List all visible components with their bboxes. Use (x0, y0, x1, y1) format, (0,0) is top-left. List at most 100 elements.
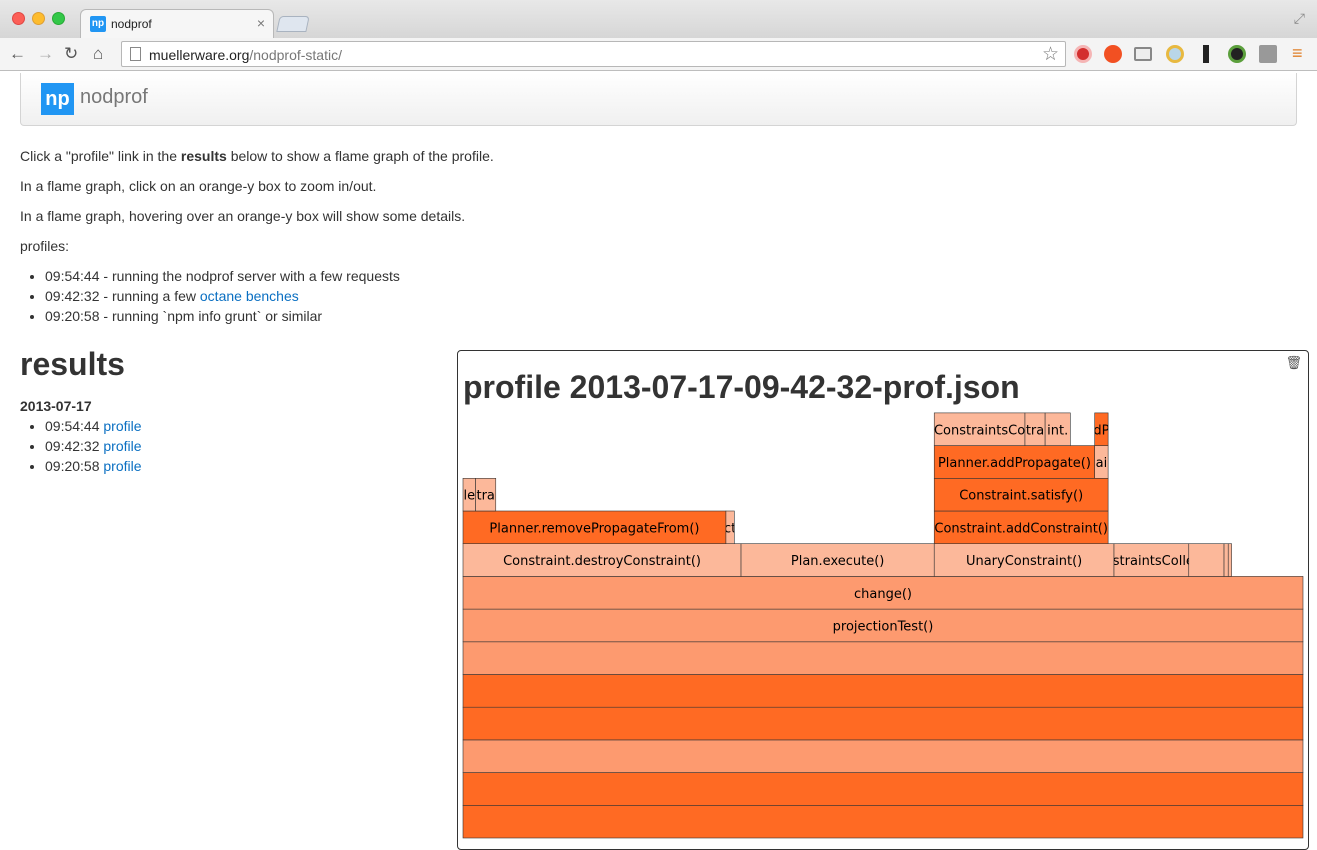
profiles-list: 09:54:44 - running the nodprof server wi… (20, 266, 400, 326)
flame-frame[interactable]: Constraint.addConstraint() (933, 510, 1109, 545)
flame-frame-box[interactable] (462, 674, 1304, 708)
url-text[interactable]: muellerware.org/nodprof-static/ (149, 47, 342, 63)
list-item: 09:42:32 profile (45, 436, 142, 456)
forward-arrow-icon[interactable]: → (37, 44, 54, 64)
flame-frame-box[interactable] (1188, 543, 1225, 577)
back-arrow-icon[interactable]: ← (9, 44, 26, 64)
flame-frame[interactable]: Constraint.destroyConstraint() (462, 543, 742, 577)
list-item: 09:20:58 profile (45, 456, 142, 476)
flame-frame[interactable] (462, 674, 1304, 708)
reload-icon[interactable]: ↻ (64, 44, 78, 64)
flame-frame-box[interactable] (462, 739, 1304, 773)
flame-frame[interactable]: UnaryConstraint() (933, 543, 1115, 577)
flame-frame[interactable] (462, 706, 1304, 741)
tab-close-icon[interactable]: × (257, 15, 265, 31)
extension-icon[interactable] (1166, 45, 1184, 63)
results-list: 09:54:44 profile 09:42:32 profile 09:20:… (20, 416, 142, 476)
brand-name[interactable]: nodprof (80, 86, 148, 109)
octane-benches-link[interactable]: octane benches (200, 288, 299, 304)
flame-frame-label: projectionTest() (833, 619, 934, 634)
flame-frame-box[interactable] (1227, 543, 1232, 577)
flame-graph[interactable]: projectionTest() change() Constraint.destr… (458, 351, 1309, 850)
adblock-extension-icon[interactable] (1074, 45, 1092, 63)
cast-icon[interactable] (1134, 47, 1152, 61)
list-item: 09:54:44 profile (45, 416, 142, 436)
flame-frame-label: dP (1093, 423, 1109, 438)
flame-frame-label: tra (476, 489, 494, 504)
flame-frame-box[interactable] (462, 641, 1304, 675)
list-item: 09:42:32 - running a few octane benches (45, 286, 400, 306)
flame-frame[interactable]: dP (1093, 412, 1109, 446)
flame-frame[interactable]: Constraint.satisfy() (933, 478, 1109, 512)
profile-link[interactable]: profile (103, 418, 141, 434)
profile-title: profile 2013-07-17-09-42-32-prof.json (463, 369, 1020, 405)
flame-frame[interactable]: Planner.removePropagateFrom() (462, 510, 727, 545)
flame-frame-label: Constraint.addConstraint() (934, 521, 1108, 536)
flame-frame-label: Constraint.satisfy() (959, 489, 1083, 504)
browser-titlebar: np nodprof × ⤢ (0, 0, 1317, 38)
flame-frame[interactable]: ConstraintsCo (933, 412, 1026, 446)
flame-frame-box[interactable] (462, 706, 1304, 741)
flame-frame[interactable] (462, 772, 1304, 806)
flame-frame[interactable]: change() (462, 576, 1304, 610)
home-icon[interactable]: ⌂ (93, 44, 103, 64)
flame-frame-label: le (463, 489, 475, 504)
extension-icon[interactable] (1259, 45, 1277, 63)
intro-line-2: In a flame graph, click on an orange-y b… (20, 178, 377, 194)
flame-frame[interactable] (462, 641, 1304, 675)
flame-frame-label: tra (1026, 423, 1044, 438)
extension-icon[interactable] (1203, 45, 1209, 63)
flame-frame[interactable]: ct (724, 510, 736, 545)
flame-frame-label: UnaryConstraint() (966, 554, 1082, 569)
flame-frame[interactable]: le (462, 478, 476, 512)
window-zoom-button[interactable] (52, 12, 65, 25)
window-minimize-button[interactable] (32, 12, 45, 25)
logo[interactable]: np (41, 83, 74, 115)
profile-link[interactable]: profile (103, 438, 141, 454)
profile-link[interactable]: profile (103, 458, 141, 474)
bookmark-star-icon[interactable]: ☆ (1042, 43, 1059, 66)
flame-frame[interactable] (462, 804, 1304, 839)
flame-frame[interactable]: projectionTest() (462, 608, 1304, 643)
browser-tab[interactable]: np nodprof × (80, 9, 274, 38)
flame-frame[interactable]: tra (1024, 412, 1046, 446)
flame-frame-box[interactable] (1223, 543, 1229, 577)
profiles-label: profiles: (20, 238, 70, 254)
flame-frame-label: ConstraintsCo (934, 423, 1025, 438)
app-navbar: np nodprof (20, 73, 1297, 126)
page-icon (130, 47, 141, 61)
fullscreen-icon[interactable]: ⤢ (1294, 10, 1305, 27)
flame-frame[interactable]: Planner.addPropagate() (933, 445, 1095, 479)
results-heading: results (20, 346, 125, 382)
tab-title: nodprof (111, 17, 152, 31)
flame-frame-label: Planner.addPropagate() (938, 456, 1091, 471)
extension-icon[interactable] (1228, 45, 1246, 63)
flame-frame-label: Planner.removePropagateFrom() (489, 521, 699, 536)
profile-panel: 🗑 projectionTest() change() Constraint.des… (457, 350, 1309, 850)
flame-frame[interactable]: tra (475, 478, 497, 512)
favicon-icon: np (90, 16, 106, 32)
flame-frame[interactable]: Plan.execute() (740, 543, 935, 577)
new-tab-button[interactable] (276, 16, 310, 32)
flame-frame[interactable] (462, 739, 1304, 773)
flame-frame-box[interactable] (462, 772, 1304, 806)
address-bar[interactable]: muellerware.org/nodprof-static/ ☆ (121, 41, 1066, 67)
flame-frame[interactable] (1188, 543, 1225, 577)
flame-frame[interactable]: int. (1044, 412, 1071, 446)
intro-line-3: In a flame graph, hovering over an orang… (20, 208, 466, 224)
flame-frame[interactable]: ai (1094, 445, 1109, 479)
menu-icon[interactable]: ≡ (1292, 43, 1303, 63)
extension-icon[interactable] (1104, 45, 1122, 63)
flame-frame[interactable] (1223, 543, 1229, 577)
flame-frame[interactable] (1227, 543, 1232, 577)
flame-frame-label: ai (1096, 456, 1108, 471)
list-item: 09:54:44 - running the nodprof server wi… (45, 266, 400, 286)
window-close-button[interactable] (12, 12, 25, 25)
list-item: 09:20:58 - running `npm info grunt` or s… (45, 306, 400, 326)
intro-line-1: Click a "profile" link in the results be… (20, 148, 494, 164)
flame-frame-label: Plan.execute() (791, 554, 884, 569)
flame-frame-label: Constraint.destroyConstraint() (503, 554, 701, 569)
flame-frame-box[interactable] (462, 804, 1304, 839)
flame-frame-label: int. (1047, 423, 1068, 438)
flame-frame-label: change() (854, 587, 912, 602)
